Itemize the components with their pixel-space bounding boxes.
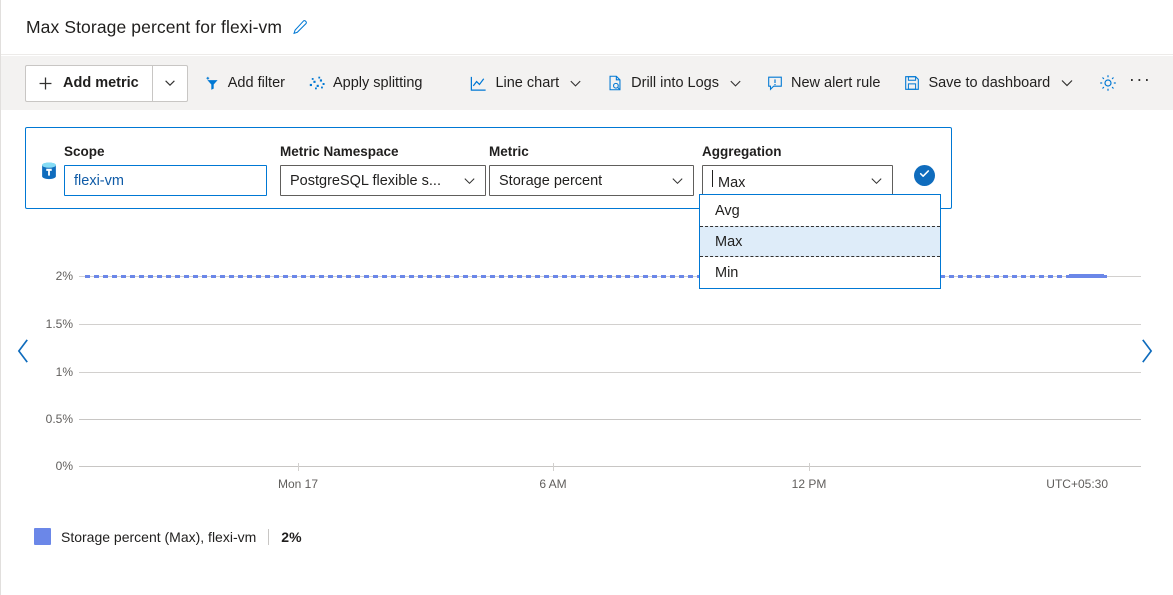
add-metric-label: Add metric <box>63 75 139 91</box>
apply-splitting-label: Apply splitting <box>332 75 423 91</box>
chevron-down-icon <box>462 173 477 188</box>
legend-color-swatch <box>34 528 51 545</box>
metric-field: Metric Storage percent <box>489 144 694 196</box>
new-alert-rule-label: New alert rule <box>790 75 881 91</box>
metric-namespace-value: PostgreSQL flexible s... <box>290 172 441 189</box>
metrics-chart: 2% 1.5% 1% 0.5% 0% Mon 17 6 AM 12 PM UTC… <box>1 215 1173 515</box>
chart-type-button[interactable]: Line chart <box>462 65 590 102</box>
apply-splitting-button[interactable]: Apply splitting <box>301 65 429 102</box>
gridline-0: 0% <box>56 459 1141 473</box>
y-axis-tick-label: 0.5% <box>45 412 73 426</box>
drill-into-logs-button[interactable]: Drill into Logs <box>599 65 750 102</box>
y-axis-tick-label: 1.5% <box>45 317 73 331</box>
chevron-down-icon <box>163 76 177 90</box>
x-axis-tick-mark <box>809 463 810 471</box>
chart-prev-button[interactable] <box>11 337 35 369</box>
chevron-down-icon <box>670 173 685 188</box>
metric-value: Storage percent <box>499 172 603 189</box>
series-line-storage-percent <box>85 275 1111 278</box>
save-to-dashboard-button[interactable]: Save to dashboard <box>896 65 1082 102</box>
legend-series-value: 2% <box>281 528 302 545</box>
aggregation-select[interactable]: Max <box>702 165 893 196</box>
drill-into-logs-label: Drill into Logs <box>631 75 719 91</box>
check-circle-icon <box>918 167 931 185</box>
metric-namespace-field: Metric Namespace PostgreSQL flexible s..… <box>280 144 486 196</box>
y-axis-tick-label: 1% <box>55 365 73 379</box>
metric-namespace-select[interactable]: PostgreSQL flexible s... <box>280 165 486 196</box>
page-title: Max Storage percent for flexi-vm <box>26 16 283 37</box>
line-chart-icon <box>469 74 488 93</box>
metric-select[interactable]: Storage percent <box>489 165 694 196</box>
chevron-left-icon <box>16 338 31 369</box>
scope-field: Scope flexi-vm <box>64 144 267 196</box>
scope-input[interactable]: flexi-vm <box>64 165 267 196</box>
x-axis-tick-label: 6 AM <box>539 477 567 491</box>
splitting-icon <box>308 74 326 92</box>
aggregation-option-max[interactable]: Max <box>700 226 940 257</box>
chevron-down-icon <box>869 173 884 188</box>
aggregation-field: Aggregation Max <box>702 144 893 196</box>
postgresql-database-icon <box>38 160 60 187</box>
aggregation-dropdown-list: Avg Max Min <box>699 194 941 289</box>
legend-divider <box>268 528 270 545</box>
x-axis-tick-label: 12 PM <box>791 477 827 491</box>
add-filter-label: Add filter <box>227 75 285 91</box>
gridline-1p5: 1.5% <box>46 317 1141 331</box>
add-filter-button[interactable]: Add filter <box>197 65 292 102</box>
x-axis-tick-mark <box>553 463 554 471</box>
metric-namespace-label: Metric Namespace <box>280 144 399 159</box>
plus-icon <box>37 75 54 92</box>
metrics-page: Max Storage percent for flexi-vm Add met… <box>0 0 1173 595</box>
new-alert-rule-button[interactable]: New alert rule <box>759 65 887 102</box>
gear-icon <box>1098 73 1118 93</box>
more-options-button[interactable]: ··· <box>1125 65 1155 102</box>
pencil-icon[interactable] <box>291 19 308 36</box>
series-line-endcap <box>1069 274 1104 278</box>
add-metric-group: Add metric <box>25 64 188 102</box>
y-axis-tick-label: 0% <box>55 459 73 473</box>
aggregation-label: Aggregation <box>702 144 782 159</box>
settings-button[interactable] <box>1091 65 1125 102</box>
scope-label: Scope <box>64 144 105 159</box>
add-metric-dropdown-button[interactable] <box>151 65 187 101</box>
legend-series-name: Storage percent (Max), flexi-vm <box>61 528 257 545</box>
gridline-1: 1% <box>56 365 1141 379</box>
scope-value: flexi-vm <box>74 172 124 189</box>
chart-title-bar: Max Storage percent for flexi-vm <box>1 0 1173 55</box>
aggregation-option-avg[interactable]: Avg <box>700 195 940 226</box>
logs-page-icon <box>606 74 624 92</box>
chevron-down-icon <box>1059 75 1075 91</box>
chart-type-label: Line chart <box>495 75 560 91</box>
text-cursor <box>712 170 713 187</box>
chevron-down-icon <box>728 76 743 91</box>
add-metric-button[interactable]: Add metric <box>26 66 152 101</box>
aggregation-value-wrap: Max <box>712 170 745 191</box>
metric-label: Metric <box>489 144 529 159</box>
alert-bell-icon <box>766 74 784 92</box>
confirm-selection-button[interactable] <box>914 165 935 186</box>
chart-plot-area: 2% 1.5% 1% 0.5% 0% Mon 17 6 AM 12 PM UTC… <box>41 215 1141 515</box>
chart-legend[interactable]: Storage percent (Max), flexi-vm 2% <box>34 528 302 545</box>
timezone-label: UTC+05:30 <box>1046 477 1108 491</box>
x-axis-tick-label: Mon 17 <box>277 477 319 491</box>
filter-add-icon <box>204 75 221 92</box>
aggregation-value: Max <box>718 175 746 191</box>
chevron-down-icon <box>568 76 583 91</box>
gridline-0p5: 0.5% <box>46 412 1141 426</box>
y-axis-tick-label: 2% <box>55 269 73 283</box>
x-axis-tick-mark <box>298 463 299 471</box>
save-floppy-icon <box>903 74 921 92</box>
aggregation-option-min[interactable]: Min <box>700 257 940 288</box>
chart-toolbar: Add metric Add filter Apply splitting Li… <box>1 56 1173 110</box>
save-to-dashboard-label: Save to dashboard <box>928 75 1051 91</box>
